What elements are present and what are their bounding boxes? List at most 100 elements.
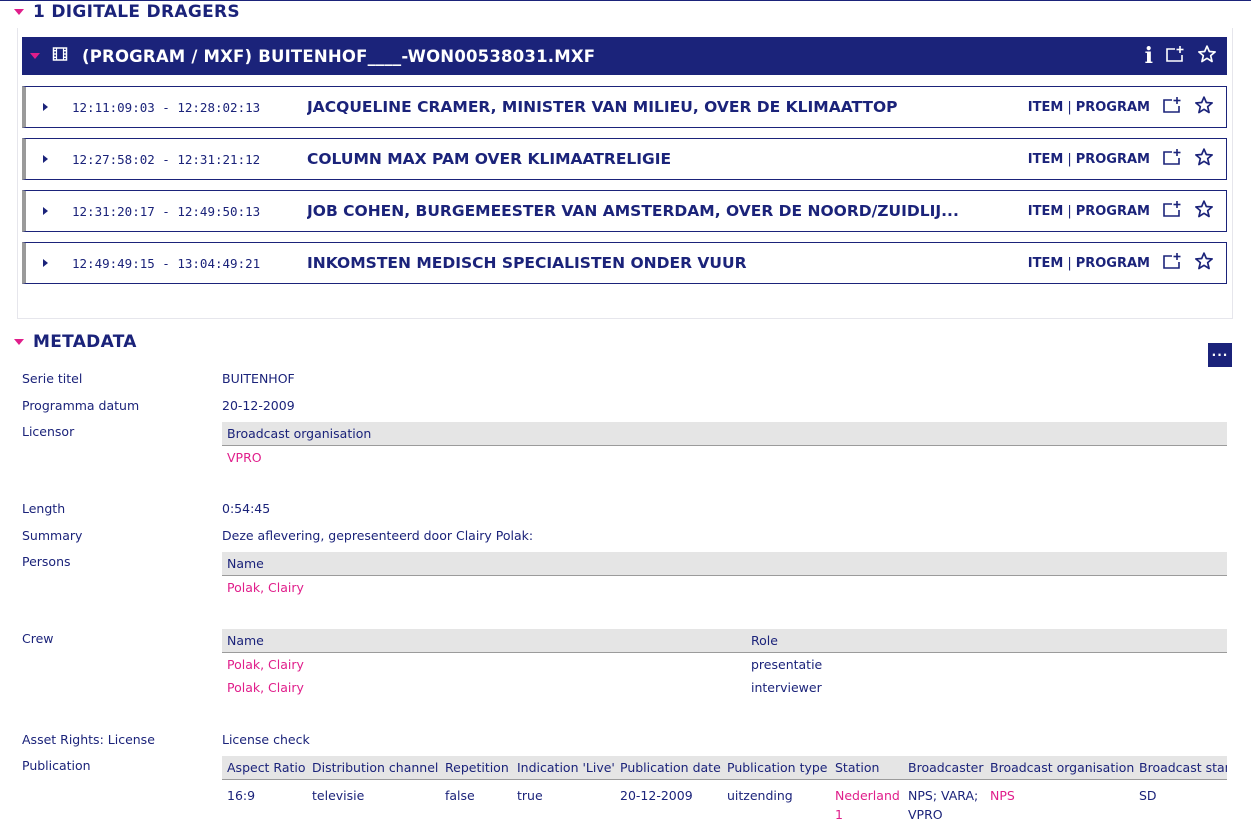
field-label: Publication [22,758,91,773]
caret-right-icon[interactable] [43,155,48,163]
add-to-folder-icon[interactable] [1162,252,1182,274]
field-label: Asset Rights: License [22,732,155,747]
licensor-table: Broadcast organisation VPRO [222,422,1227,469]
table-cell: interviewer [751,680,822,695]
add-to-folder-icon[interactable] [1162,148,1182,170]
table-cell: presentatie [751,657,823,672]
table-cell-link[interactable]: NPS [985,786,1134,805]
star-icon[interactable] [1194,199,1214,223]
station-line: Nederland [835,788,900,803]
column-header: Role [751,633,778,648]
field-value: License check [222,732,310,747]
list-item[interactable]: 12:49:49:15 - 13:04:49:21 INKOMSTEN MEDI… [22,242,1227,284]
table-cell-link[interactable]: Nederland 1 [830,786,903,824]
link-separator: | [1067,99,1072,115]
star-icon[interactable] [1194,147,1214,171]
film-icon [52,46,68,66]
column-header: Broadcast organisation [990,760,1135,775]
timecode: 12:11:09:03 - 12:28:02:13 [72,99,261,115]
field-label: Summary [22,528,83,543]
column-header: Broadcast organisation [227,426,372,441]
list-item[interactable]: 12:27:58:02 - 12:31:21:12 COLUMN MAX PAM… [22,138,1227,180]
column-header: Distribution channel [312,760,439,775]
list-item[interactable]: 12:31:20:17 - 12:49:50:13 JOB COHEN, BUR… [22,190,1227,232]
item-link[interactable]: ITEM [1028,256,1064,271]
table-header: Name Role [222,629,1227,653]
table-row: Polak, Clairy interviewer [222,676,1227,699]
carrier-title: (PROGRAM / MXF) BUITENHOF____-WON0053803… [82,46,596,66]
crew-table: Name Role Polak, Clairy presentatie Pola… [222,629,1227,699]
item-title[interactable]: INKOMSTEN MEDISCH SPECIALISTEN ONDER VUU… [307,254,1028,272]
item-links: ITEM | PROGRAM [1028,256,1150,271]
program-link[interactable]: PROGRAM [1076,152,1150,167]
field-value: Deze aflevering, gepresenteerd door Clai… [222,528,534,543]
link-separator: | [1067,255,1072,271]
caret-right-icon[interactable] [43,103,48,111]
table-cell: SD [1139,788,1157,803]
field-value: BUITENHOF [222,371,295,386]
item-title[interactable]: JOB COHEN, BURGEMEESTER VAN AMSTERDAM, O… [307,202,1028,220]
add-to-folder-icon[interactable] [1162,200,1182,222]
section-header-dragers[interactable]: 1 DIGITALE DRAGERS [14,1,240,23]
field-value: 0:54:45 [222,501,271,516]
caret-down-icon[interactable] [30,53,40,59]
timecode: 12:49:49:15 - 13:04:49:21 [72,255,261,271]
table-cell: true [517,788,543,803]
add-to-folder-icon[interactable] [1162,96,1182,118]
broadcaster-line: VPRO [908,807,943,822]
table-header: Name [222,552,1227,576]
section-title: METADATA [33,332,137,352]
table-cell-link[interactable]: Polak, Clairy [222,580,304,595]
caret-down-icon[interactable] [14,9,24,15]
column-header: Publication date [620,760,721,775]
table-row: Polak, Clairy [222,576,1227,599]
star-icon[interactable] [1197,44,1217,68]
column-header: Name [227,556,264,571]
item-title[interactable]: JACQUELINE CRAMER, MINISTER VAN MILIEU, … [307,98,1028,116]
table-cell: false [445,788,475,803]
station-line: 1 [835,807,843,822]
info-icon[interactable]: i [1145,45,1153,67]
item-link[interactable]: ITEM [1028,152,1064,167]
column-header: Name [227,633,264,648]
caret-down-icon[interactable] [14,339,24,345]
persons-table: Name Polak, Clairy [222,552,1227,599]
item-link[interactable]: ITEM [1028,100,1064,115]
table-cell: uitzending [727,788,793,803]
caret-right-icon[interactable] [43,259,48,267]
section-header-metadata[interactable]: METADATA [14,331,137,353]
more-options-button[interactable]: ··· [1208,343,1232,367]
table-cell-link[interactable]: Polak, Clairy [222,680,746,695]
add-to-folder-icon[interactable] [1165,45,1185,67]
table-cell-link[interactable]: VPRO [222,450,262,465]
field-value: 20-12-2009 [222,398,295,413]
field-label: Serie titel [22,371,83,386]
broadcaster-line: NPS; VARA; [908,788,979,803]
column-header: Broadcaster [908,760,984,775]
caret-right-icon[interactable] [43,207,48,215]
table-cell: televisie [312,788,365,803]
item-links: ITEM | PROGRAM [1028,204,1150,219]
table-row: 16:9 televisie false true 20-12-2009 uit… [222,780,1227,824]
column-header: Broadcast stan [1139,760,1227,775]
table-header: Broadcast organisation [222,422,1227,446]
star-icon[interactable] [1194,95,1214,119]
table-cell-link[interactable]: Polak, Clairy [222,657,746,672]
program-link[interactable]: PROGRAM [1076,256,1150,271]
field-label: Crew [22,631,54,646]
list-item[interactable]: 12:11:09:03 - 12:28:02:13 JACQUELINE CRA… [22,86,1227,128]
field-label: Licensor [22,424,75,439]
column-header: Repetition [445,760,509,775]
item-links: ITEM | PROGRAM [1028,100,1150,115]
star-icon[interactable] [1194,251,1214,275]
carrier-header[interactable]: (PROGRAM / MXF) BUITENHOF____-WON0053803… [22,37,1227,75]
item-link[interactable]: ITEM [1028,204,1064,219]
table-cell: NPS; VARA; VPRO [903,786,985,824]
timecode: 12:27:58:02 - 12:31:21:12 [72,151,261,167]
publication-table: Aspect Ratio Distribution channel Repeti… [222,756,1227,836]
program-link[interactable]: PROGRAM [1076,100,1150,115]
field-label: Programma datum [22,398,140,413]
program-link[interactable]: PROGRAM [1076,204,1150,219]
table-cell: 16:9 [227,788,256,803]
item-title[interactable]: COLUMN MAX PAM OVER KLIMAATRELIGIE [307,150,1028,168]
